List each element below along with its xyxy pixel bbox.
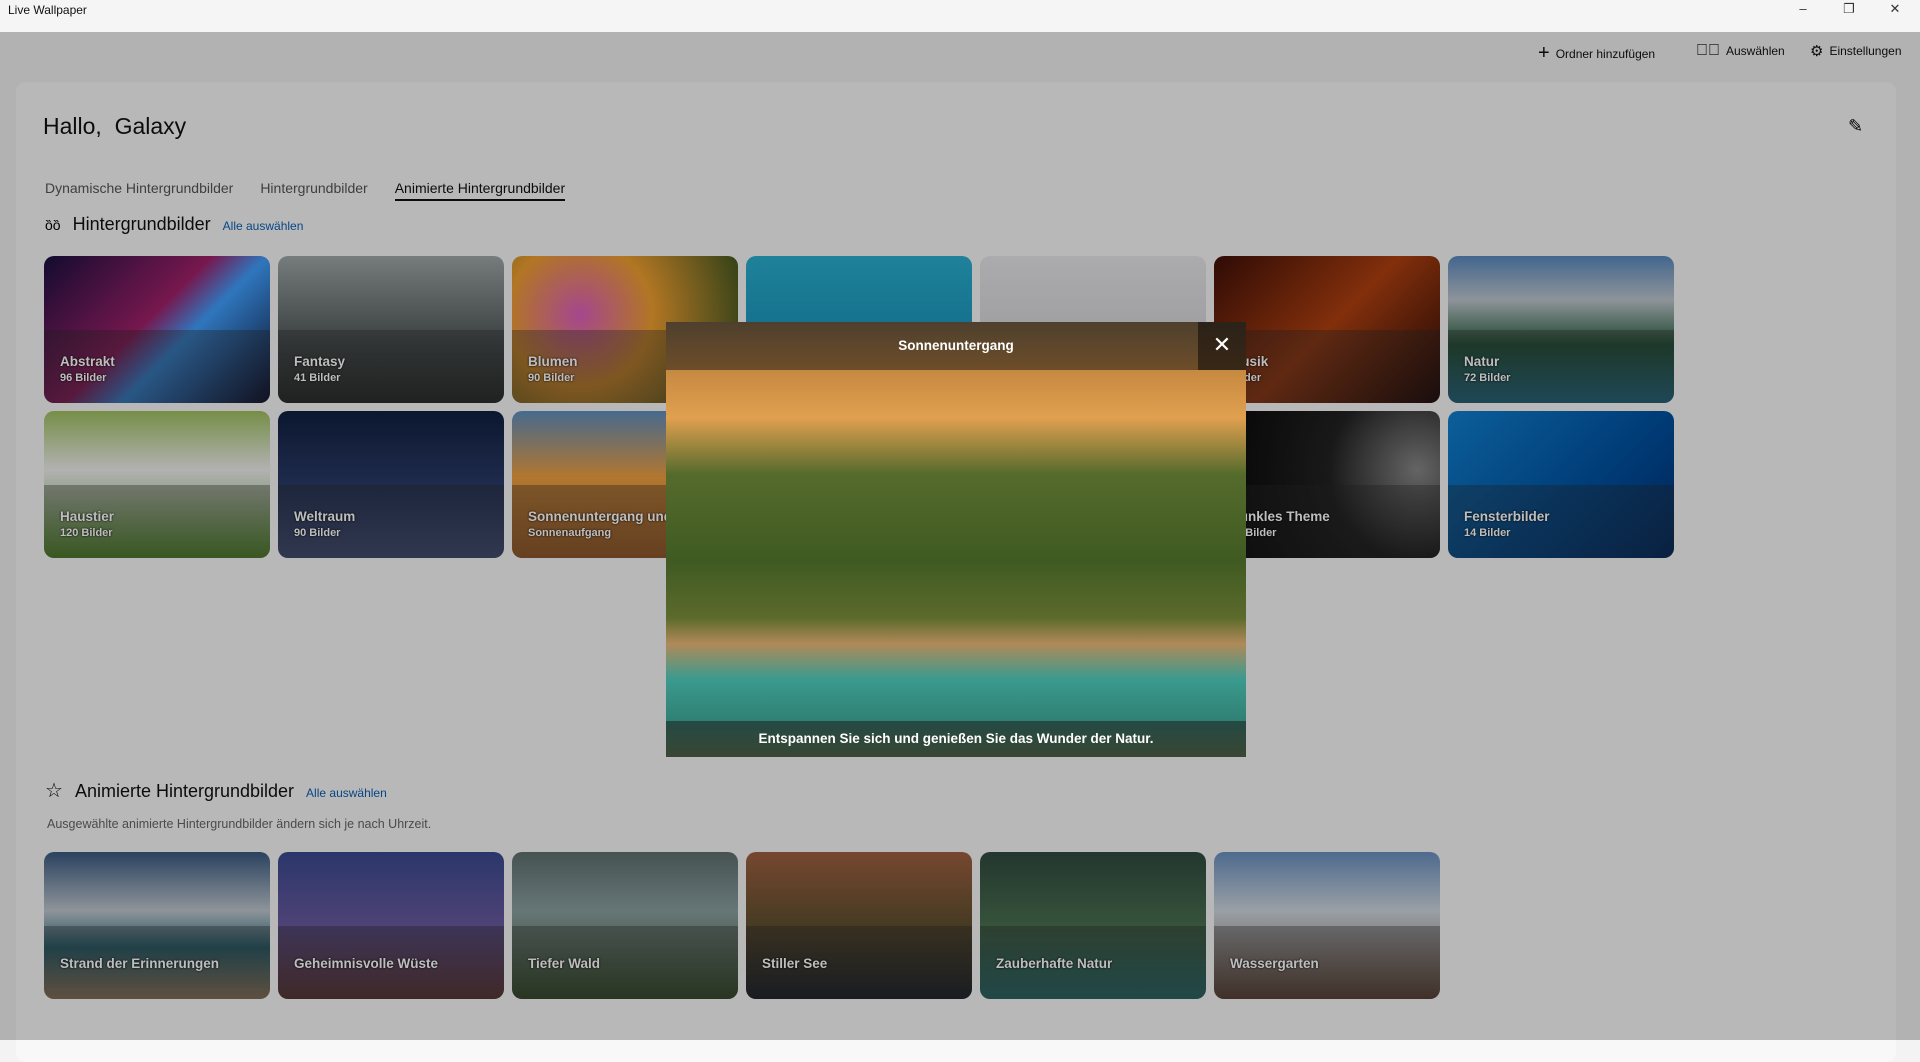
close-icon[interactable]: ✕ <box>1198 322 1246 370</box>
window-title: Live Wallpaper <box>8 3 87 17</box>
title-bar: Live Wallpaper – ❐ ✕ <box>0 0 1920 32</box>
minimize-icon[interactable]: – <box>1780 0 1826 20</box>
dialog-caption: Entspannen Sie sich und genießen Sie das… <box>666 721 1246 757</box>
close-window-icon[interactable]: ✕ <box>1872 0 1918 20</box>
restore-icon[interactable]: ❐ <box>1826 0 1872 20</box>
preview-dialog: Sonnenuntergang ✕ Entspannen Sie sich un… <box>666 322 1246 757</box>
dialog-title: Sonnenuntergang <box>898 338 1014 353</box>
